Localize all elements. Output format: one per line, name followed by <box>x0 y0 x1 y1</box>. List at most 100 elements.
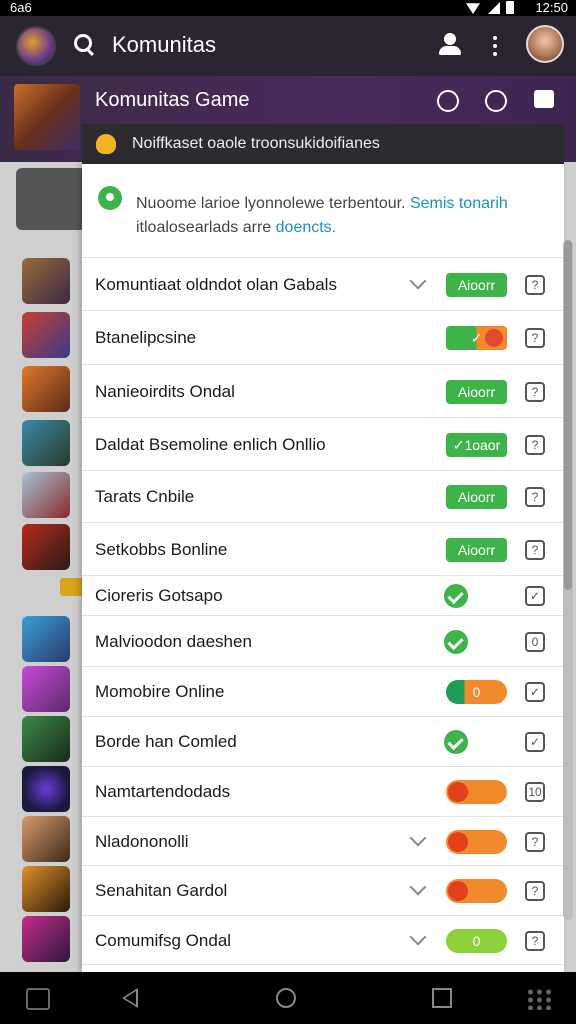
info-text-main: Nuoome larioe lyonnolewe terbentour. <box>136 195 406 212</box>
list-item-label: Comumifsg Ondal <box>95 930 232 950</box>
row-action-button[interactable]: ? <box>525 930 545 951</box>
avatar[interactable] <box>526 25 564 63</box>
toggle-knob <box>485 329 503 347</box>
row-action-button[interactable]: ? <box>525 881 545 901</box>
list-item[interactable]: Komuntiaat oldndot olan Gabals Aioorr? <box>82 258 564 311</box>
status-toggle-label: Aioorr <box>457 489 496 505</box>
row-action-button[interactable]: ? <box>525 539 545 560</box>
game-thumb <box>22 524 70 570</box>
chevron-down-icon[interactable] <box>409 878 427 896</box>
battery-icon <box>506 1 514 14</box>
list-item[interactable]: Comumifsg Ondal 0? <box>82 916 564 965</box>
scrollbar-thumb[interactable] <box>564 240 572 590</box>
list-item[interactable]: Daldat Bsemoline enlich Onllio ✓1oaor? <box>82 418 564 471</box>
recent-apps-icon[interactable] <box>432 988 452 1008</box>
list-item[interactable]: Cioreris Gotsapo ✓ <box>82 576 564 616</box>
game-thumb <box>22 916 70 962</box>
check-icon[interactable] <box>444 584 468 608</box>
game-thumb <box>22 766 70 812</box>
row-action-button[interactable]: ? <box>525 328 545 348</box>
status-toggle-label: Aioorr <box>457 276 496 293</box>
info-link-2[interactable]: doencts. <box>276 219 336 236</box>
info-link-1[interactable]: Semis tonarih <box>410 195 508 212</box>
app-title: Komunitas <box>112 32 216 57</box>
status-toggle[interactable]: 0 <box>446 680 507 704</box>
check-icon[interactable] <box>444 629 468 654</box>
game-thumb <box>22 616 70 662</box>
more-vert-icon[interactable] <box>493 36 499 56</box>
list-item[interactable]: Nladononolli? <box>82 817 564 866</box>
row-action-button[interactable]: ✓ <box>525 586 545 606</box>
wifi-icon <box>466 3 480 14</box>
row-action-button[interactable]: ? <box>525 381 545 402</box>
search-icon[interactable] <box>74 34 92 52</box>
background-badge <box>60 578 84 596</box>
status-toggle[interactable]: Aioorr <box>446 272 507 297</box>
list-item[interactable]: Btanelipcsine ✓? <box>82 311 564 365</box>
status-toggle[interactable]: ✓ <box>446 326 507 350</box>
emoji-icon[interactable] <box>437 90 459 112</box>
status-toggle-label: Aioorr <box>457 383 496 400</box>
row-action-button[interactable]: ✓ <box>525 682 545 702</box>
person-icon[interactable] <box>438 33 462 57</box>
chevron-down-icon[interactable] <box>409 829 427 846</box>
list-item-label: Daldat Bsemoline enlich Onllio <box>95 434 326 454</box>
apps-grid-icon[interactable] <box>526 988 552 1010</box>
list-item[interactable]: Tarats Cnbile Aioorr? <box>82 471 564 523</box>
row-action-button[interactable]: ? <box>525 274 545 295</box>
row-action-button[interactable]: ? <box>525 487 545 507</box>
check-icon[interactable] <box>444 730 468 754</box>
status-bar: 6a6 12:50 <box>0 0 576 16</box>
game-thumbnail <box>14 84 80 150</box>
list-item[interactable]: Momobire Online 0 ✓ <box>82 667 564 717</box>
status-toggle[interactable] <box>446 879 507 903</box>
chevron-down-icon[interactable] <box>409 272 427 289</box>
chevron-down-icon[interactable] <box>409 928 427 945</box>
status-toggle[interactable]: Aioorr <box>446 537 507 562</box>
toggle-knob <box>448 831 468 852</box>
list-item-label: Btanelipcsine <box>95 328 197 347</box>
list-item-label: Senahitan Gardol <box>95 881 228 900</box>
status-toggle[interactable]: Aioorr <box>446 485 507 509</box>
list-item[interactable]: Senahitan Gardol? <box>82 866 564 916</box>
game-title: Komunitas Game <box>95 89 250 111</box>
scrollbar[interactable] <box>563 240 573 920</box>
status-toggle-label: ✓1oaor <box>452 436 501 453</box>
status-toggle[interactable]: Aioorr <box>446 379 507 404</box>
list-item-label: Setkobbs Bonline <box>95 539 228 559</box>
list-item[interactable]: Borde han Comled ✓ <box>82 717 564 767</box>
list-item-label: Cioreris Gotsapo <box>95 586 223 605</box>
game-logo[interactable] <box>16 26 56 66</box>
gift-icon[interactable] <box>534 90 554 108</box>
row-action-button[interactable]: 10 <box>525 782 545 802</box>
row-action-button[interactable]: ? <box>525 831 545 852</box>
notification-text: Noiffkaset oaole troonsukidoifianes <box>132 135 380 152</box>
notification-bar[interactable]: Noiffkaset oaole troonsukidoifianes <box>82 124 564 164</box>
list-item[interactable]: Malvioodon daeshen 0 <box>82 616 564 667</box>
status-toggle[interactable] <box>446 829 507 854</box>
signal-icon <box>488 2 500 14</box>
settings-panel: Nuoome larioe lyonnolewe terbentour. Sem… <box>82 164 564 972</box>
list-item[interactable]: Nanieoirdits Ondal Aioorr? <box>82 365 564 418</box>
row-action-button[interactable]: ✓ <box>525 732 545 752</box>
inbox-icon[interactable] <box>26 988 50 1010</box>
app-bar: Komunitas <box>0 16 576 76</box>
home-icon[interactable] <box>276 988 296 1008</box>
status-toggle[interactable]: 0 <box>446 928 507 953</box>
status-toggle[interactable]: ✓1oaor <box>446 432 507 457</box>
back-icon[interactable] <box>122 988 138 1008</box>
status-time-left: 6a6 <box>10 0 32 15</box>
heart-icon[interactable] <box>485 90 507 112</box>
list-item-label: Borde han Comled <box>95 732 237 751</box>
row-action-button[interactable]: 0 <box>525 631 545 652</box>
list-item[interactable]: Namtartendodads 10 <box>82 767 564 817</box>
status-toggle[interactable] <box>446 780 507 804</box>
bell-icon <box>96 134 116 154</box>
row-action-button[interactable]: ? <box>525 434 545 455</box>
info-message: Nuoome larioe lyonnolewe terbentour. Sem… <box>82 164 564 258</box>
list-item-label: Komuntiaat oldndot olan Gabals <box>95 274 337 294</box>
info-icon <box>98 186 122 210</box>
list-item[interactable]: Setkobbs Bonline Aioorr? <box>82 523 564 576</box>
status-toggle-label: 0 <box>472 932 481 949</box>
status-time-right: 12:50 <box>535 0 568 15</box>
